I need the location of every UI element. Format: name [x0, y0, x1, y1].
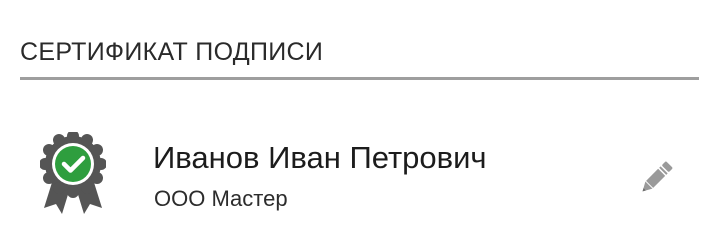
certificate-list-item[interactable]: Иванов Иван Петрович ООО Мастер: [0, 110, 719, 230]
certificate-organization: ООО Мастер: [154, 186, 288, 211]
verified-badge-icon: [39, 130, 107, 216]
edit-certificate-button[interactable]: [632, 154, 680, 202]
section-header: СЕРТИФИКАТ ПОДПИСИ: [20, 36, 699, 80]
certificate-owner-name: Иванов Иван Петрович: [153, 140, 487, 175]
pencil-icon: [642, 161, 673, 192]
section-title: СЕРТИФИКАТ ПОДПИСИ: [20, 38, 324, 66]
